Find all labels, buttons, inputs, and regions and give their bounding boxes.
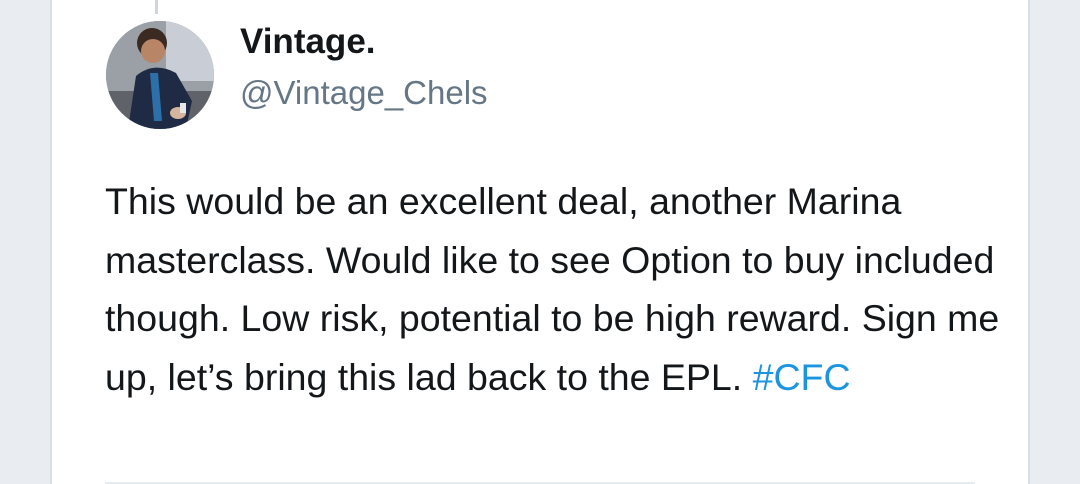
thread-connector-line — [155, 0, 158, 14]
avatar-photo — [106, 21, 214, 129]
author-name[interactable]: Vintage. — [240, 22, 376, 62]
hashtag-link[interactable]: #CFC — [753, 356, 851, 398]
author-handle[interactable]: @Vintage_Chels — [240, 74, 488, 112]
tweet-text: This would be an excellent deal, another… — [105, 172, 1005, 406]
avatar[interactable] — [106, 21, 214, 129]
tweet-text-body: This would be an excellent deal, another… — [105, 180, 1000, 398]
tweet-card: Vintage. @Vintage_Chels This would be an… — [50, 0, 1030, 484]
